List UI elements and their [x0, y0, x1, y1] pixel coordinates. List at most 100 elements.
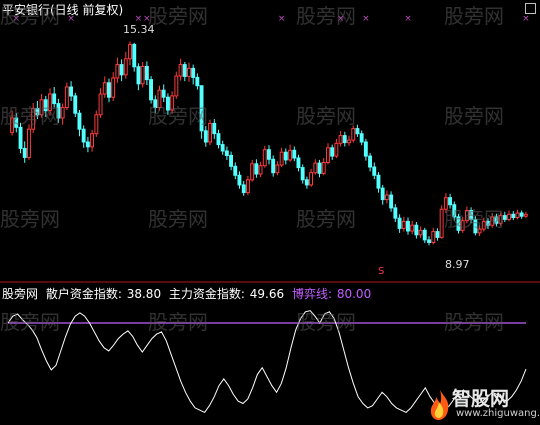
watermark: 股旁网 [0, 104, 60, 128]
candle-up [250, 163, 255, 181]
candle-down [229, 154, 234, 167]
signal-marker: × [362, 14, 370, 24]
candle-down [317, 162, 322, 174]
candle-up [384, 194, 389, 201]
logo-url: www.zhiguwang.com [456, 408, 540, 419]
candle-up [140, 66, 145, 85]
signal-marker: × [404, 14, 412, 24]
candle-up [60, 106, 65, 119]
candle-up [208, 122, 213, 143]
watermark: 股旁网 [148, 207, 208, 231]
candle-up [64, 86, 69, 108]
candle-down [283, 151, 288, 161]
candle-down [144, 66, 149, 81]
signal-marker: × [522, 14, 530, 24]
candle-down [203, 130, 208, 143]
candle-up [401, 220, 406, 229]
candle-up [187, 67, 191, 77]
candle-down [212, 122, 217, 135]
watermark: 股旁网 [444, 104, 504, 128]
candle-up [258, 165, 263, 175]
candle-down [267, 149, 271, 160]
candle-down [81, 128, 86, 143]
candle-up [111, 77, 116, 98]
candle-down [132, 43, 137, 68]
watermark: 股旁网 [0, 207, 60, 231]
watermark: 股旁网 [296, 104, 356, 128]
candle-up [507, 213, 512, 220]
candle-down [22, 147, 27, 158]
candle-down [435, 231, 440, 238]
candle-down [182, 64, 187, 77]
candle-up [27, 128, 31, 158]
candle-down [195, 76, 200, 87]
candle-up [313, 162, 318, 174]
candle-down [224, 150, 229, 156]
candle-up [102, 82, 107, 95]
candle-up [128, 43, 133, 60]
sell-signal-label: S [378, 266, 385, 277]
candle-down [73, 95, 78, 114]
retail-index-value: 38.80 [126, 287, 162, 301]
candle-down [216, 133, 221, 146]
candle-down [237, 174, 242, 186]
candle-up [275, 164, 280, 174]
indicator-bar: 股旁网 散户资金指数: 38.80 主力资金指数: 49.66 博弈线: 80.… [2, 285, 375, 302]
candle-down [359, 133, 364, 143]
candle-up [178, 64, 183, 77]
candle-down [296, 157, 301, 169]
candle-down [18, 126, 23, 149]
candle-down [422, 229, 427, 241]
watermark: 股旁网 [296, 310, 356, 334]
candle-down [107, 82, 111, 98]
candle-down [389, 194, 394, 209]
candle-down [119, 64, 124, 76]
candle-down [136, 66, 141, 85]
candle-down [363, 141, 368, 157]
candle-down [77, 112, 82, 130]
watermark: 股旁网 [444, 207, 504, 231]
flame-icon [430, 390, 449, 420]
candle-down [406, 220, 410, 232]
candle-down [330, 147, 335, 157]
main-index-label: 主力资金指数: [168, 287, 245, 301]
candle-up [515, 212, 520, 218]
candle-down [161, 89, 166, 98]
candle-down [427, 239, 432, 243]
candle-up [288, 149, 293, 161]
candle-down [191, 67, 196, 78]
candle-down [380, 187, 385, 201]
candle-down [414, 224, 419, 236]
candle-down [292, 149, 297, 159]
candle-down [220, 144, 225, 152]
retail-index-label: 散户资金指数: [45, 287, 122, 301]
candle-down [397, 217, 402, 229]
logo-text: 智股网 [452, 388, 510, 410]
candle-down [368, 155, 373, 168]
watermark: 股旁网 [0, 4, 60, 28]
candle-up [90, 133, 94, 148]
game-line-label: 博弈线: [291, 287, 333, 301]
candle-down [376, 174, 381, 189]
candle-up [326, 147, 330, 164]
candle-down [355, 128, 360, 135]
candle-up [246, 179, 250, 194]
candle-up [94, 114, 99, 135]
candle-up [115, 64, 120, 79]
candle-up [347, 139, 351, 144]
candle-up [439, 208, 444, 238]
candle-down [149, 79, 154, 101]
candle-up [98, 93, 103, 116]
candle-up [321, 162, 326, 174]
close-icon[interactable] [525, 3, 536, 14]
watermark: 股旁网 [296, 207, 356, 231]
candle-down [233, 165, 238, 176]
candle-down [342, 135, 347, 144]
candle-up [431, 231, 436, 244]
candle-up [334, 142, 339, 157]
candle-down [304, 179, 309, 186]
game-line-value: 80.00 [336, 287, 372, 301]
watermark: 股旁网 [0, 310, 60, 334]
watermark: 股旁网 [148, 4, 208, 28]
candle-down [511, 213, 516, 219]
